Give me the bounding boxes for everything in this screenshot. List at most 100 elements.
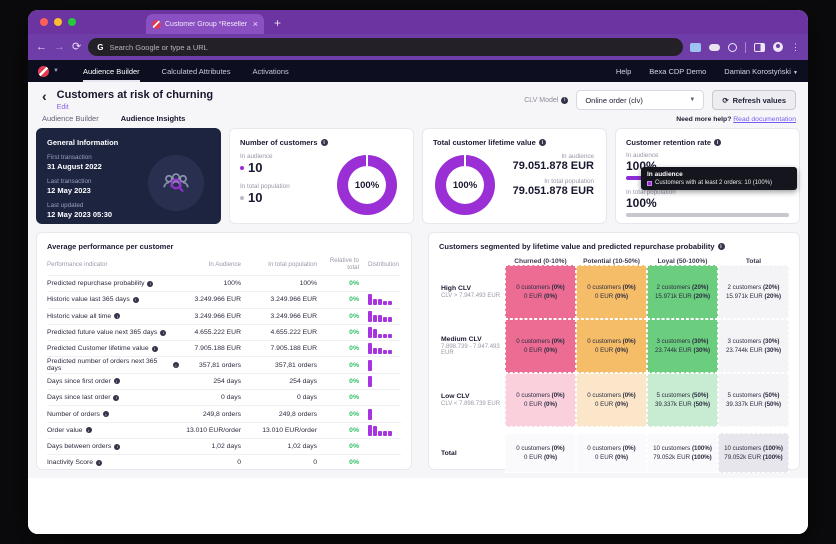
profile-icon[interactable] <box>773 42 783 52</box>
address-bar[interactable]: G Search Google or type a URL <box>88 38 683 56</box>
nav-calculated-attributes[interactable]: Calculated Attributes <box>162 60 231 82</box>
table-row[interactable]: Predicted number of orders next 365 days… <box>47 356 401 372</box>
nav-activations[interactable]: Activations <box>252 60 288 82</box>
new-tab-button[interactable]: + <box>274 16 281 34</box>
segment-cell: 0 customers (0%)0 EUR (0%) <box>576 433 647 473</box>
browser-toolbar: ← → ⟳ G Search Google or type a URL ⋮ <box>28 34 808 60</box>
total-progress-bar <box>626 213 789 217</box>
in-audience-label: In audience <box>513 153 594 160</box>
segment-cell[interactable]: 0 customers (0%)0 EUR (0%) <box>576 319 647 373</box>
in-total-label: In total population <box>513 178 594 185</box>
extension-icon[interactable] <box>690 43 701 52</box>
chevron-down-icon: ▼ <box>793 70 798 76</box>
tab-close-icon[interactable]: × <box>253 20 258 29</box>
table-row[interactable]: Predicted repurchase probabilityi100%100… <box>47 275 401 291</box>
field-value: 12 May 2023 05:30 <box>47 210 210 219</box>
side-panel-icon[interactable] <box>754 43 765 52</box>
segment-cell[interactable]: 0 customers (0%)0 EUR (0%) <box>505 373 576 427</box>
audience-search-icon <box>148 155 204 211</box>
forward-icon[interactable]: → <box>54 42 65 53</box>
card-title: General Information <box>47 138 210 147</box>
panel-title: Average performance per customer <box>47 242 401 251</box>
minimize-window-button[interactable] <box>54 18 62 26</box>
segment-cell: 10 customers (100%)79.052k EUR (100%) <box>647 433 718 473</box>
extensions-puzzle-icon[interactable] <box>728 43 737 52</box>
table-row[interactable]: Order valuei13.010 EUR/order13.010 EUR/o… <box>47 422 401 438</box>
clv-donut-chart: 100% <box>435 155 495 215</box>
back-icon[interactable]: ← <box>36 42 47 53</box>
nav-audience-builder[interactable]: Audience Builder <box>83 60 140 82</box>
user-menu[interactable]: Damian Korostyński ▼ <box>724 67 798 76</box>
segment-cell[interactable]: 0 customers (0%)0 EUR (0%) <box>576 265 647 319</box>
segment-cell-total: 10 customers (100%)79.052k EUR (100%) <box>718 433 789 473</box>
close-window-button[interactable] <box>40 18 48 26</box>
table-row[interactable]: Predicted future value next 365 daysi4.6… <box>47 324 401 340</box>
card-title: Number of customersi <box>240 138 403 147</box>
tab-title: Customer Group *Reseller F... <box>165 21 249 28</box>
google-icon: G <box>97 43 103 52</box>
segment-cell[interactable]: 2 customers (20%)15.971k EUR (20%) <box>647 265 718 319</box>
number-of-customers-card: Number of customersi In audience 10 In t… <box>229 128 414 224</box>
help-link[interactable]: Help <box>616 67 631 76</box>
table-row[interactable]: Historic value all timei3.249.966 EUR3.2… <box>47 308 401 324</box>
help-line: Need more help? Read documentation <box>676 116 796 123</box>
distribution-chart <box>368 376 401 387</box>
info-icon: i <box>133 297 139 303</box>
segment-row-medium-clv: Medium CLV7.898.739 - 7.947.493 EUR 0 cu… <box>439 319 789 373</box>
browser-tabstrip: Customer Group *Reseller F... × + <box>28 10 808 34</box>
segment-cell-total: 3 customers (30%)23.744k EUR (30%) <box>718 319 789 373</box>
menu-kebab-icon[interactable]: ⋮ <box>791 42 800 53</box>
table-row[interactable]: Predicted Customer lifetime valuei7.905.… <box>47 340 401 356</box>
extension-icon-2[interactable] <box>709 44 720 51</box>
workspace-name[interactable]: Bexa CDP Demo <box>649 67 706 76</box>
app-navbar: ▼ Audience Builder Calculated Attributes… <box>28 60 808 82</box>
distribution-chart <box>368 278 401 289</box>
info-icon: i <box>539 139 546 146</box>
info-icon: i <box>114 313 120 319</box>
info-icon: i <box>114 444 120 450</box>
page-title: Customers at risk of churning <box>57 89 213 101</box>
clv-model-label: CLV Modeli <box>524 97 568 104</box>
info-icon: i <box>160 330 166 336</box>
reload-icon[interactable]: ⟳ <box>72 42 81 53</box>
distribution-chart <box>368 327 401 338</box>
back-chevron-icon[interactable]: ‹ <box>42 89 47 111</box>
legend-square-icon <box>647 181 652 186</box>
segment-cell[interactable]: 0 customers (0%)0 EUR (0%) <box>505 319 576 373</box>
table-row[interactable]: Days since first orderi254 days254 days0… <box>47 373 401 389</box>
page-content: ‹ Customers at risk of churning Edit CLV… <box>28 82 808 534</box>
clv-model-select[interactable]: Online order (clv) ▼ <box>576 90 704 110</box>
segment-cell[interactable]: 0 customers (0%)0 EUR (0%) <box>576 373 647 427</box>
footer-area <box>28 478 808 534</box>
total-clv-card: Total customer lifetime valuei 100% In a… <box>422 128 607 224</box>
app-logo-caret-icon[interactable]: ▼ <box>53 68 59 74</box>
documentation-link[interactable]: Read documentation <box>733 116 796 123</box>
distribution-chart <box>368 360 401 371</box>
info-icon: i <box>96 460 102 466</box>
purple-dot-icon <box>240 166 244 170</box>
info-icon: i <box>561 97 568 104</box>
card-title: Total customer lifetime valuei <box>433 138 596 147</box>
info-icon: i <box>147 281 153 287</box>
in-audience-value: 79.051.878 EUR <box>513 160 594 172</box>
refresh-values-button[interactable]: ⟳ Refresh values <box>712 90 796 110</box>
edit-link[interactable]: Edit <box>57 104 213 111</box>
customers-donut-chart: 100% <box>337 155 397 215</box>
tab-favicon-icon <box>152 20 161 29</box>
table-row[interactable]: Inactivity Scorei000% <box>47 454 401 470</box>
table-row[interactable]: Historic value last 365 daysi3.249.966 E… <box>47 291 401 307</box>
segment-cell[interactable]: 5 customers (50%)39.337k EUR (50%) <box>647 373 718 427</box>
maximize-window-button[interactable] <box>68 18 76 26</box>
table-header: Performance indicator In Audience In tot… <box>47 257 401 275</box>
table-row[interactable]: Days since last orderi0 days0 days0% <box>47 389 401 405</box>
browser-tab[interactable]: Customer Group *Reseller F... × <box>146 14 264 34</box>
table-row[interactable]: Number of ordersi249,8 orders249,8 order… <box>47 405 401 421</box>
info-icon: i <box>113 395 119 401</box>
segment-header: Churned (0-10%) Potential (10-50%) Loyal… <box>439 258 789 265</box>
table-row[interactable]: Days between ordersi1,02 days1,02 days0% <box>47 438 401 454</box>
segment-cell[interactable]: 0 customers (0%)0 EUR (0%) <box>505 265 576 319</box>
app-logo-icon[interactable] <box>38 66 49 77</box>
segment-cell[interactable]: 3 customers (30%)23.744k EUR (30%) <box>647 319 718 373</box>
toolbar-divider <box>745 42 746 53</box>
segmentation-panel: Customers segmented by lifetime value an… <box>428 232 800 470</box>
